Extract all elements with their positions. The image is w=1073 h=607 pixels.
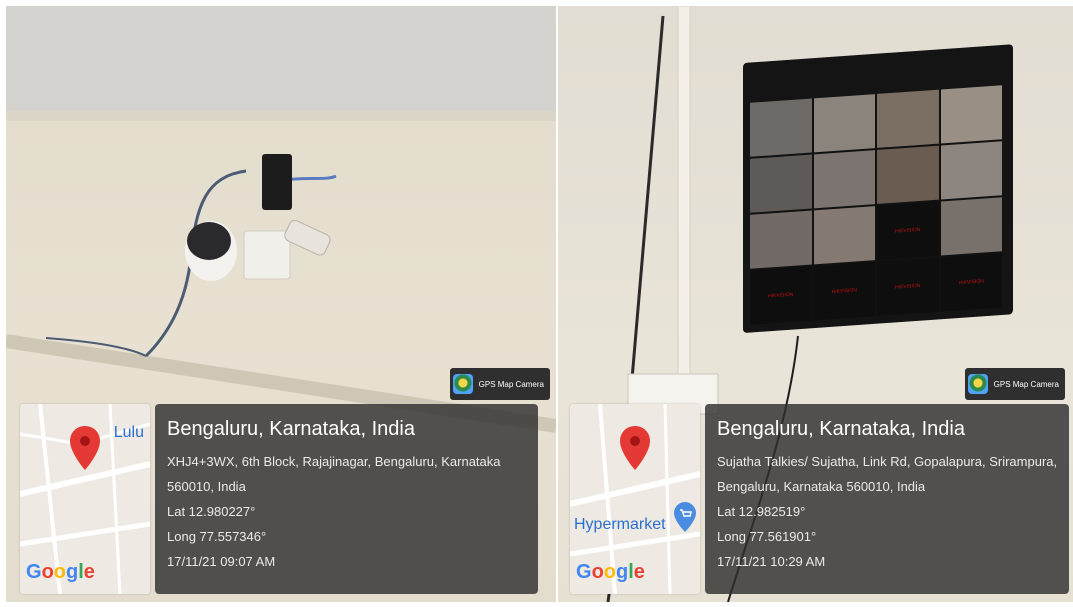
map-poi-label: Lulu: [113, 424, 144, 441]
latitude: Lat 12.982519°: [717, 504, 806, 519]
geo-card-left: Lulu Google Bengaluru, Karnataka, India …: [20, 404, 538, 594]
timestamp: 17/11/21 10:29 AM: [717, 554, 826, 569]
camera-feed-tile: [750, 210, 812, 269]
map-thumbnail: Lulu Google: [20, 404, 150, 594]
gps-map-camera-icon: [967, 374, 988, 394]
longitude: Long 77.557346°: [167, 529, 267, 544]
photo-right: HIKVISION HIKVISION HIKVISION HIKVISION …: [558, 6, 1073, 602]
camera-feed-tile: [940, 197, 1002, 256]
google-logo: Google: [576, 561, 645, 583]
address-line-1: XHJ4+3WX, 6th Block, Rajajinagar, Bengal…: [167, 454, 501, 469]
ceiling-edge: [6, 111, 556, 121]
timestamp: 17/11/21 09:07 AM: [167, 554, 276, 569]
camera-feed-tile-nosignal: HIKVISION: [877, 257, 939, 316]
camera-feed-tile: [813, 94, 875, 153]
location-info-panel: Bengaluru, Karnataka, India Sujatha Talk…: [705, 404, 1069, 594]
badge-label: GPS Map Camera: [993, 379, 1059, 389]
cctv-monitor-screen: HIKVISION HIKVISION HIKVISION HIKVISION …: [750, 85, 1002, 325]
camera-feed-tile: [877, 145, 939, 204]
longitude: Long 77.561901°: [717, 529, 817, 544]
camera-feed-tile: [813, 206, 875, 265]
camera-feed-tile: [940, 141, 1002, 200]
camera-feed-tile-nosignal: HIKVISION: [813, 262, 875, 321]
gps-map-camera-badge: GPS Map Camera: [964, 368, 1065, 400]
junction-box: [243, 230, 291, 280]
city-title: Bengaluru, Karnataka, India: [167, 418, 415, 440]
location-pin-icon: [70, 426, 100, 470]
location-info-panel: Bengaluru, Karnataka, India XHJ4+3WX, 6t…: [155, 404, 538, 594]
map-thumbnail: Hypermarket Google: [570, 404, 700, 594]
camera-feed-tile: [813, 150, 875, 209]
address-line-2: Bengaluru, Karnataka 560010, India: [717, 479, 926, 494]
latitude: Lat 12.980227°: [167, 504, 256, 519]
camera-feed-tile-nosignal: HIKVISION: [750, 266, 812, 325]
shopping-cart-pin-icon: [674, 502, 696, 532]
city-title: Bengaluru, Karnataka, India: [717, 418, 965, 440]
power-adapter: [262, 154, 292, 210]
camera-feed-tile-nosignal: HIKVISION: [877, 201, 939, 260]
conduit-pipe: [677, 6, 691, 387]
address-line-1: Sujatha Talkies/ Sujatha, Link Rd, Gopal…: [717, 454, 1058, 469]
location-pin-icon: [620, 426, 650, 470]
badge-label: GPS Map Camera: [478, 379, 544, 389]
dome-camera-lens: [187, 222, 231, 260]
geo-card-right: Hypermarket Google Bengaluru, Karnataka,…: [570, 404, 1069, 594]
camera-feed-tile: [750, 98, 812, 157]
address-line-2: 560010, India: [167, 479, 246, 494]
gps-map-camera-icon: [452, 374, 473, 394]
camera-feed-tile: [877, 89, 939, 148]
camera-feed-tile-nosignal: HIKVISION: [940, 253, 1002, 312]
map-poi-label: Hypermarket: [574, 516, 666, 533]
google-logo: Google: [26, 561, 95, 583]
camera-feed-tile: [750, 154, 812, 213]
ceiling: [6, 6, 556, 111]
camera-feed-tile: [940, 85, 1002, 144]
gps-map-camera-badge: GPS Map Camera: [449, 368, 550, 400]
photo-left: GPS Map Camera Lulu Google Bengaluru, Ka…: [6, 6, 556, 602]
